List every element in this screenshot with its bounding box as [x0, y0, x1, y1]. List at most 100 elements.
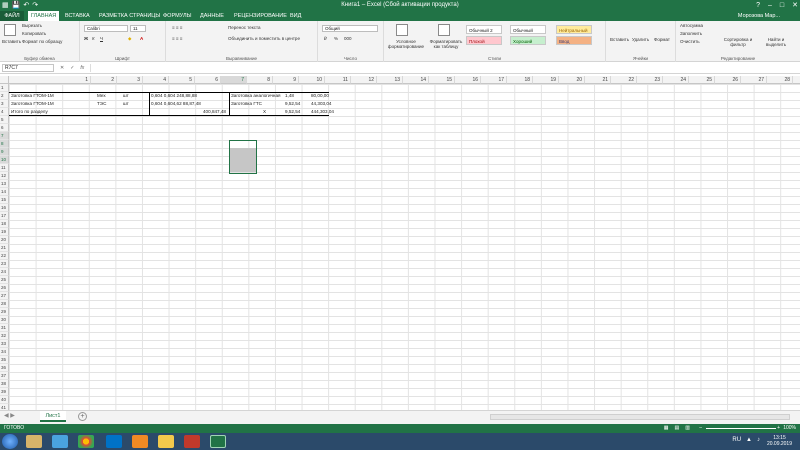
style-input[interactable]: Ввод — [556, 36, 592, 45]
page-break-view-icon[interactable]: ▥ — [685, 424, 690, 433]
column-header[interactable]: 17 — [481, 76, 507, 84]
row-header[interactable]: 37 — [0, 372, 9, 380]
column-header[interactable]: 3 — [117, 76, 143, 84]
paste-icon[interactable] — [4, 24, 16, 36]
cell[interactable]: Итого по разделу — [11, 108, 48, 116]
tab-review[interactable]: РЕЦЕНЗИРОВАНИЕ — [231, 11, 290, 21]
column-header[interactable]: 11 — [325, 76, 351, 84]
thousands-button[interactable]: 000 — [344, 36, 352, 41]
tab-page-layout[interactable]: РАЗМЕТКА СТРАНИЦЫ — [96, 11, 163, 21]
style-bad[interactable]: Плохой — [466, 36, 502, 45]
column-header[interactable]: 9 — [273, 76, 299, 84]
row-header[interactable]: 29 — [0, 308, 9, 316]
find-select-button[interactable]: Найти и выделить — [758, 37, 794, 47]
row-header[interactable]: 26 — [0, 284, 9, 292]
row-header[interactable]: 36 — [0, 364, 9, 372]
zoom-out-button[interactable]: – — [699, 424, 702, 433]
font-name-select[interactable]: Calibri — [84, 25, 128, 32]
cell[interactable]: 0,604 0,604,62 88,87,48 — [151, 100, 201, 108]
volume-icon[interactable]: ♪ — [757, 437, 760, 443]
merge-center-button[interactable]: Объединить и поместить в центре — [228, 36, 300, 41]
add-sheet-button[interactable]: + — [78, 412, 87, 421]
media-player-icon[interactable] — [52, 435, 68, 448]
percent-button[interactable]: % — [334, 36, 338, 41]
row-header[interactable]: 35 — [0, 356, 9, 364]
column-header[interactable]: 23 — [637, 76, 663, 84]
row-header[interactable]: 6 — [0, 124, 9, 132]
column-header[interactable]: 16 — [455, 76, 481, 84]
currency-icon[interactable]: ₽ — [324, 36, 327, 42]
row-header[interactable]: 21 — [0, 244, 9, 252]
active-selection[interactable] — [229, 140, 257, 174]
cell[interactable]: 9,52,54 — [285, 108, 300, 116]
insert-function-icon[interactable]: fx — [80, 64, 84, 72]
cell[interactable]: 400,847,48 — [203, 108, 226, 116]
column-header[interactable]: 4 — [143, 76, 169, 84]
row-header[interactable]: 15 — [0, 196, 9, 204]
row-header[interactable]: 19 — [0, 228, 9, 236]
row-header[interactable]: 4 — [0, 108, 9, 116]
tab-view[interactable]: ВИД — [287, 11, 304, 21]
format-painter-button[interactable]: Формат по образцу — [22, 39, 62, 44]
paste-button[interactable]: Вставить — [2, 39, 21, 44]
cell[interactable]: шт — [123, 100, 129, 108]
format-as-table-button[interactable]: Форматировать как таблицу — [426, 39, 466, 49]
close-button[interactable]: ✕ — [792, 0, 798, 11]
cell-area[interactable]: Заготовка ГТОМ-1М Мех шт 0,604 0,604 248… — [9, 84, 800, 410]
cut-button[interactable]: Вырезать — [22, 23, 42, 28]
row-header[interactable]: 7 — [0, 132, 9, 140]
cell[interactable]: Заготовка ГТОМ-1М — [11, 92, 54, 100]
row-header[interactable]: 31 — [0, 324, 9, 332]
row-header[interactable]: 16 — [0, 204, 9, 212]
cell[interactable]: Заготовка ГТОМ-1М — [11, 100, 54, 108]
cell[interactable]: ТЭС — [97, 100, 106, 108]
folder-icon[interactable] — [158, 435, 174, 448]
fill-button[interactable]: Заполнить — [680, 31, 702, 36]
name-box[interactable]: R7C7 — [2, 64, 54, 72]
formula-input[interactable] — [90, 64, 798, 72]
account-name[interactable]: Морозова Мар... — [738, 11, 780, 21]
row-header[interactable]: 10 — [0, 156, 9, 164]
font-color-icon[interactable]: A — [140, 36, 143, 41]
column-header[interactable]: 25 — [689, 76, 715, 84]
format-as-table-icon[interactable] — [438, 24, 450, 36]
column-header[interactable]: 7 — [221, 76, 247, 84]
row-header[interactable]: 2 — [0, 92, 9, 100]
column-header[interactable]: 1 — [9, 76, 91, 84]
tab-data[interactable]: ДАННЫЕ — [197, 11, 227, 21]
tab-home[interactable]: ГЛАВНАЯ — [28, 11, 60, 21]
row-header[interactable]: 3 — [0, 100, 9, 108]
cell[interactable]: 1,48 — [285, 92, 294, 100]
clear-button[interactable]: Очистить — [680, 39, 700, 44]
font-size-select[interactable]: 11 — [130, 25, 146, 32]
row-header[interactable]: 14 — [0, 188, 9, 196]
tab-insert[interactable]: ВСТАВКА — [62, 11, 93, 21]
column-header[interactable]: 22 — [611, 76, 637, 84]
enter-entry-icon[interactable]: ✓ — [70, 64, 74, 72]
column-header[interactable]: 18 — [507, 76, 533, 84]
sheet-nav-arrows-icon[interactable]: ◀ ▶ — [4, 412, 15, 419]
cell[interactable]: 444,303,04 — [311, 108, 334, 116]
zoom-slider[interactable] — [706, 428, 776, 429]
conditional-format-button[interactable]: Условное форматирование — [386, 39, 426, 49]
align-left-icon[interactable]: ≡ ≡ ≡ — [172, 36, 182, 41]
row-header[interactable]: 34 — [0, 348, 9, 356]
cell[interactable]: 0,604 0,604 248,88,88 — [151, 92, 197, 100]
column-header[interactable]: 6 — [195, 76, 221, 84]
column-header[interactable]: 10 — [299, 76, 325, 84]
start-button-icon[interactable] — [2, 434, 18, 449]
row-header[interactable]: 1 — [0, 84, 9, 92]
column-header[interactable]: 26 — [715, 76, 741, 84]
column-header[interactable]: 29 — [793, 76, 800, 84]
clock[interactable]: 13:15 20.09.2019 — [767, 435, 792, 447]
row-header[interactable]: 12 — [0, 172, 9, 180]
row-header[interactable]: 8 — [0, 140, 9, 148]
maximize-button[interactable]: □ — [780, 0, 784, 11]
tab-formulas[interactable]: ФОРМУЛЫ — [160, 11, 194, 21]
row-header[interactable]: 9 — [0, 148, 9, 156]
horizontal-scrollbar[interactable] — [490, 414, 790, 420]
fill-color-icon[interactable]: ◆ — [128, 36, 131, 42]
column-header[interactable]: 8 — [247, 76, 273, 84]
row-header[interactable]: 30 — [0, 316, 9, 324]
cancel-entry-icon[interactable]: ✕ — [60, 64, 64, 72]
